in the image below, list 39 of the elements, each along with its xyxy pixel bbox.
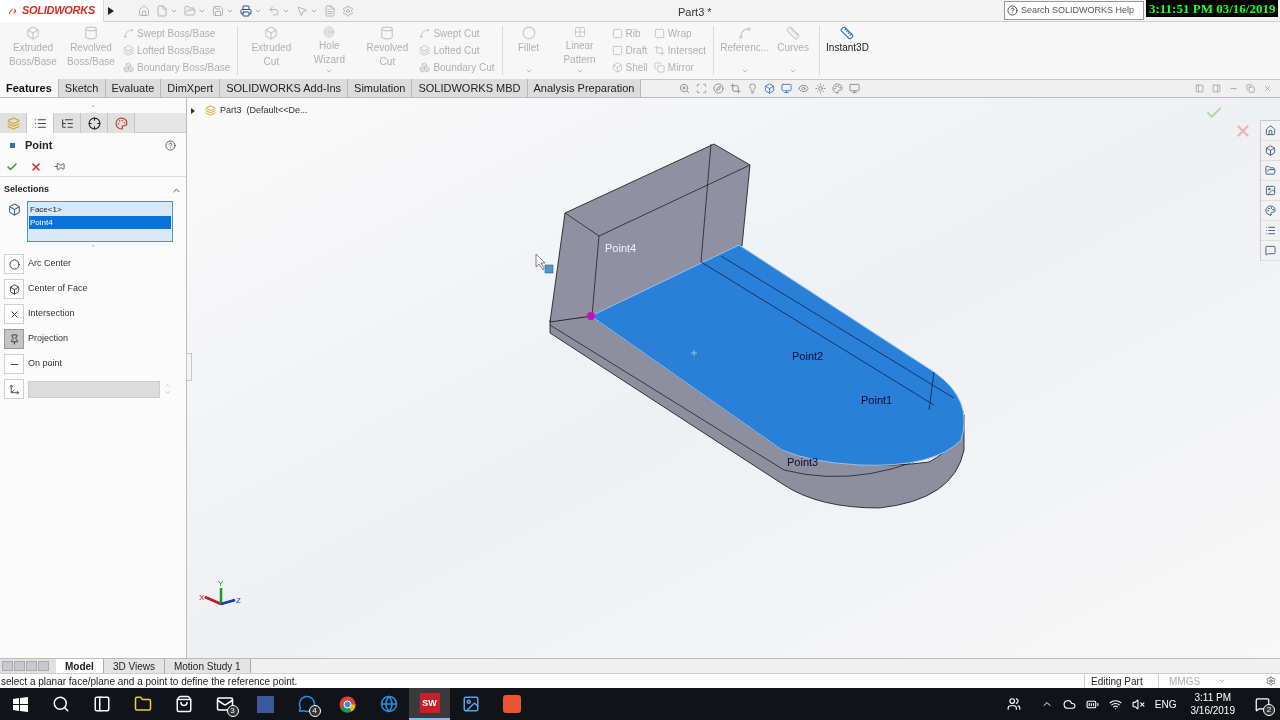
panel-title: Point <box>25 137 53 153</box>
axis-triad-drawing: X Y Z <box>199 579 241 606</box>
status-message: select a planar face/plane and a point to define the reference point. <box>0 674 299 689</box>
solidworks-logo[interactable]: SOLIDWORKS <box>0 0 104 22</box>
notification-badge: 3 <box>226 705 239 717</box>
solidworks-app-icon[interactable]: SW <box>419 693 440 713</box>
point-label: Point1 <box>861 394 893 406</box>
option-label: On point <box>28 357 63 371</box>
option-label: Center of Face <box>28 282 88 296</box>
selection-item[interactable]: Point4 <box>29 216 171 229</box>
ribbon-command[interactable]: Instant3D <box>824 26 871 75</box>
ribbon-tab[interactable]: SOLIDWORKS Add-Ins <box>220 79 349 97</box>
point-label: Point3 <box>787 456 819 468</box>
language-indicator[interactable]: ENG <box>1154 696 1177 712</box>
ribbon-tab[interactable]: SOLIDWORKS MBD <box>412 79 528 97</box>
recording-timestamp: 3:11:51 PM 03/16/2019 <box>1146 0 1279 17</box>
clock[interactable]: 3:11 PM 3/16/2019 <box>1186 691 1239 717</box>
model-tab[interactable]: Motion Study 1 <box>164 659 251 673</box>
search-field[interactable]: Search SOLIDWORKS Help <box>1004 1 1144 20</box>
ribbon-tab[interactable]: Evaluate <box>105 79 162 97</box>
point-label: Point4 <box>605 242 637 254</box>
section-title: Selections <box>4 183 50 197</box>
option-label: Projection <box>28 332 69 346</box>
selection-list[interactable]: Face<1> Point4 <box>27 201 173 242</box>
point-label: Point2 <box>792 350 824 362</box>
option-label: Arc Center <box>28 257 71 271</box>
notification-badge: 2 <box>1263 703 1275 716</box>
ribbon-tab[interactable]: Features <box>0 79 59 97</box>
selection-item[interactable]: Face<1> <box>29 203 171 216</box>
feature-tree-breadcrumb[interactable]: Part3 (Default<<De... <box>220 104 308 118</box>
ribbon-tab[interactable]: Sketch <box>58 79 106 97</box>
option-label: Intersection <box>28 307 75 321</box>
window-title: Part3 * <box>678 5 712 20</box>
ribbon-tab[interactable]: DimXpert <box>161 79 221 97</box>
ribbon-tab[interactable]: Analysis Preparation <box>527 79 642 97</box>
model-tab[interactable]: Model <box>56 659 104 673</box>
ribbon-tab[interactable]: Simulation <box>348 79 413 97</box>
notification-badge: 4 <box>308 705 321 717</box>
model-tab[interactable]: 3D Views <box>103 659 165 673</box>
